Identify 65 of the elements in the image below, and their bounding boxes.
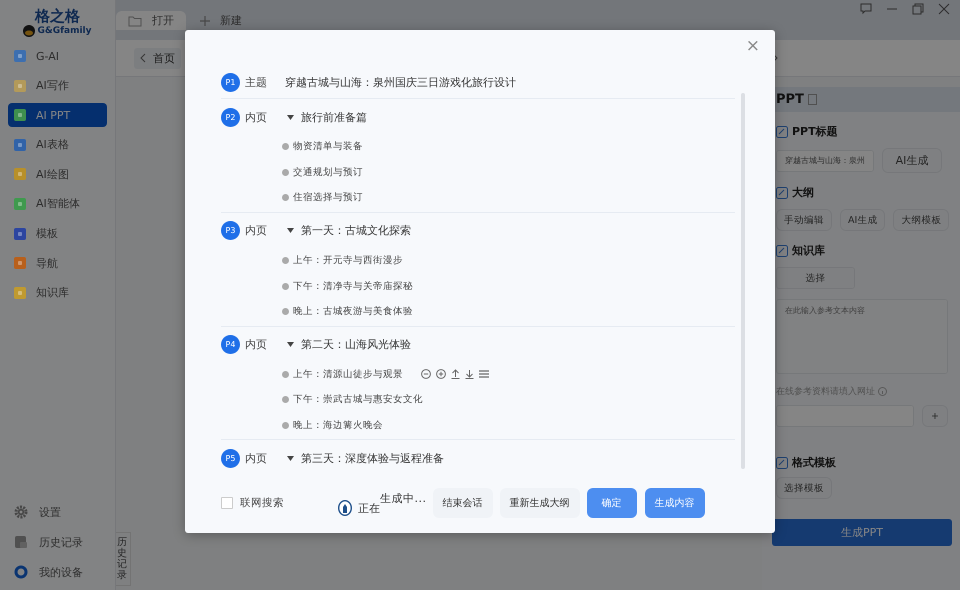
sidebar-item[interactable]: 导航	[8, 251, 107, 276]
page-title[interactable]: 旅行前准备篇	[301, 110, 367, 124]
page-badge: P3	[221, 221, 240, 240]
section-title: PPT标题	[792, 124, 838, 139]
dialog-button[interactable]: 生成内容	[644, 488, 704, 518]
close-button[interactable]: ×	[742, 36, 763, 56]
page-badge: P1	[221, 72, 240, 92]
page-badge: P4	[221, 335, 240, 354]
sidebar-item[interactable]: 历史记录	[8, 530, 107, 554]
sidebar-item[interactable]: 我的设备	[8, 560, 107, 584]
status-text: 生成中...	[380, 490, 426, 506]
outline-item[interactable]: 住宿选择与预订	[293, 191, 363, 204]
page-title[interactable]: 第一天：古城文化探索	[301, 223, 411, 238]
logo-title: 格之格	[35, 8, 80, 25]
panel-title: PPT	[776, 92, 804, 107]
dialog-button[interactable]: 确定	[586, 488, 636, 518]
outline-item[interactable]: 晚上：古城夜游与美食体验	[293, 305, 413, 318]
select-template-button[interactable]: 选择模板	[776, 477, 832, 499]
outline-item[interactable]: 交通规划与预订	[293, 166, 363, 179]
outline-item[interactable]: 晚上：海边篝火晚会	[293, 419, 383, 432]
title-field[interactable]: 穿越古城与山海：泉州	[776, 150, 874, 172]
sidebar-item[interactable]: G-AI	[8, 44, 107, 68]
page-type: 内页	[245, 337, 268, 352]
sidebar-item[interactable]: AI绘图	[8, 162, 107, 186]
generate-ppt-button[interactable]: 生成PPT	[772, 519, 952, 546]
section-title: 大纲	[792, 185, 814, 200]
select-button[interactable]: 选择	[776, 267, 855, 289]
page-type: 主题	[245, 74, 268, 90]
checkbox-label: 联网搜索	[240, 496, 284, 510]
section-title: 知识库	[792, 243, 825, 258]
page-title[interactable]: 穿越古城与山海：泉州国庆三日游戏化旅行设计	[285, 74, 516, 90]
page-title[interactable]: 第三天：深度体验与返程准备	[301, 450, 444, 466]
outline-item[interactable]: 物资清单与装备	[293, 140, 363, 154]
outline-button[interactable]: 手动编辑	[776, 209, 832, 231]
page-title[interactable]: 第二天：山海风光体验	[301, 337, 411, 352]
page-badge: P5	[221, 448, 240, 468]
sidebar-item[interactable]: AI PPT	[8, 103, 107, 128]
tab[interactable]: 新建	[188, 11, 254, 30]
ai-generate-button[interactable]: AI生成	[882, 148, 942, 173]
dialog-button[interactable]: 结束会话	[432, 488, 492, 518]
outline-item[interactable]: 下午：清净寺与关帝庙探秘	[293, 280, 413, 293]
sidebar-item[interactable]: AI写作	[8, 74, 107, 98]
sidebar-item[interactable]: AI智能体	[8, 192, 107, 216]
history-tab[interactable]: 历史记录	[116, 532, 131, 586]
sidebar-item[interactable]: AI表格	[8, 132, 107, 157]
sidebar-item[interactable]: 知识库	[8, 280, 107, 305]
tab[interactable]: 打开	[116, 11, 186, 30]
page-type: 内页	[245, 223, 268, 238]
reference-text-field[interactable]: 在此输入参考文本内容	[776, 299, 948, 374]
back-button[interactable]: 首页	[134, 48, 181, 68]
outline-item[interactable]: 下午：崇武古城与惠安女文化	[293, 393, 423, 406]
sidebar-item[interactable]: 模板	[8, 222, 107, 246]
add-button[interactable]: +	[922, 405, 948, 427]
section-title: 格式模板	[792, 455, 836, 470]
outline-button[interactable]: 大纲模板	[893, 209, 950, 231]
page-badge: P2	[221, 108, 240, 126]
status-text: 正在	[358, 500, 380, 516]
outline-button[interactable]: AI生成	[840, 209, 886, 231]
outline-item[interactable]: 上午：清源山徒步与观景	[293, 368, 403, 381]
sidebar-item[interactable]: 设置	[8, 500, 107, 524]
logo-subtitle: G&Gfamily	[37, 26, 92, 36]
page-type: 内页	[245, 450, 268, 466]
outline-item[interactable]: 上午：开元寺与西街漫步	[293, 254, 403, 268]
page-type: 内页	[245, 110, 268, 124]
dialog-button[interactable]: 重新生成大纲	[500, 488, 580, 518]
